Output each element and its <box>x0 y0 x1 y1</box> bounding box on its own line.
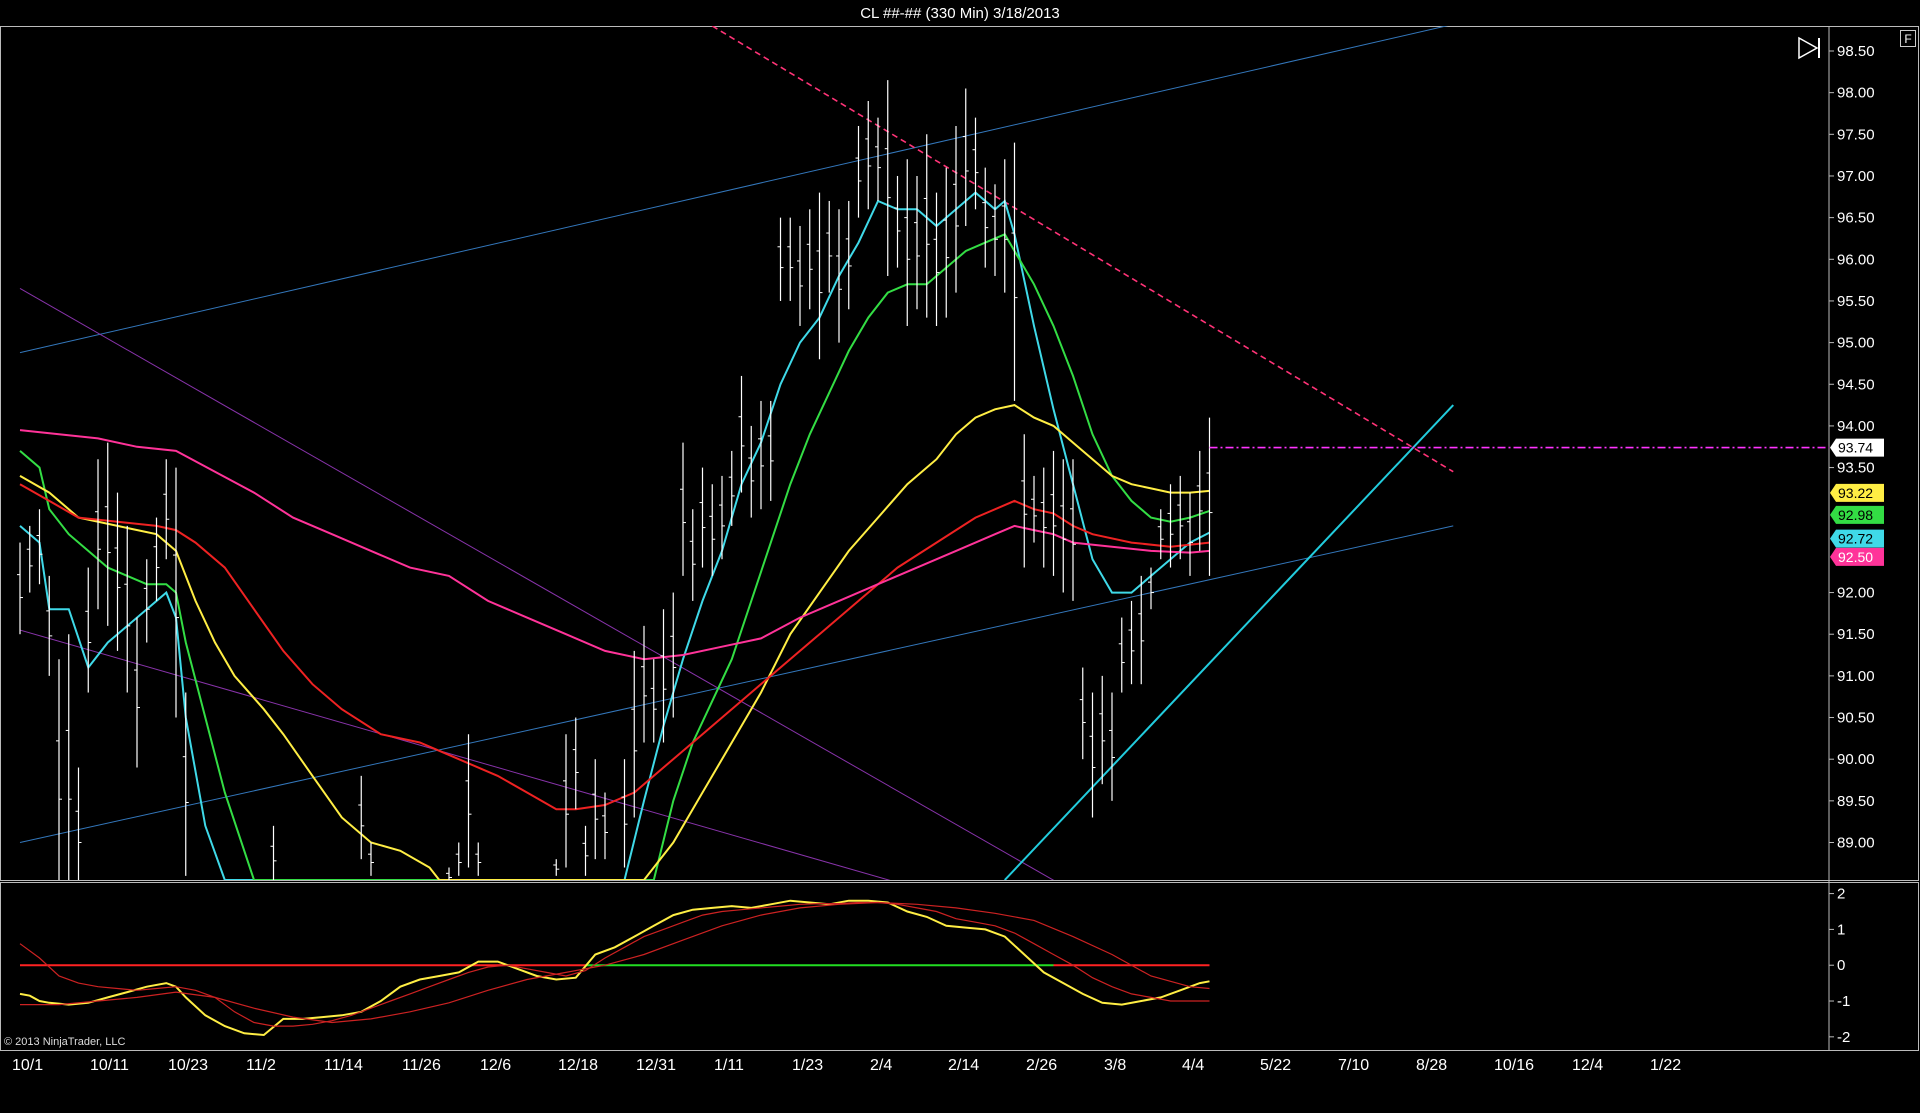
trendline-blue_trend-0 <box>19 26 1449 354</box>
time-axis-label: 1/22 <box>1650 1057 1681 1074</box>
time-axis-label: 10/23 <box>168 1057 208 1074</box>
price-badge-93-22: 93.22 <box>1830 483 1884 502</box>
time-axis-label: 10/1 <box>12 1057 43 1074</box>
price-tick-label: 91.00 <box>1837 668 1875 685</box>
time-axis-label: 12/6 <box>480 1057 511 1074</box>
price-badge-92-98: 92.98 <box>1830 505 1884 524</box>
oscillator-series-osc_red-2 <box>20 901 1210 1024</box>
price-tick-label: 93.50 <box>1837 460 1875 477</box>
time-axis-label: 10/11 <box>90 1057 129 1074</box>
skip-forward-icon[interactable] <box>1798 36 1820 60</box>
oscillator-panel-frame <box>0 882 1919 1051</box>
osc-tick-label: -2 <box>1837 1029 1850 1046</box>
osc-tick-label: 2 <box>1837 886 1845 903</box>
price-tick-label: 94.00 <box>1837 418 1875 435</box>
price-tick-label: 96.00 <box>1837 251 1875 268</box>
price-tick-label: 90.50 <box>1837 710 1875 727</box>
osc-tick-label: 1 <box>1837 921 1845 938</box>
price-tick-label: 94.50 <box>1837 376 1875 393</box>
osc-tick-label: -1 <box>1837 993 1850 1010</box>
time-axis-label: 12/4 <box>1572 1057 1603 1074</box>
price-tick-label: 91.50 <box>1837 626 1875 643</box>
price-tick-label: 89.50 <box>1837 793 1875 810</box>
price-badge-92-50: 92.50 <box>1830 547 1884 566</box>
trendline-blue_trend-1 <box>19 525 1454 843</box>
price-plot-area <box>17 26 1829 880</box>
trendline-cyan_trend-5 <box>1004 404 1454 880</box>
price-badge-label: 93.22 <box>1838 485 1873 501</box>
oscillator-series-osc_yellow-0 <box>19 899 1210 1037</box>
trendline-purple_trend-3 <box>19 629 891 880</box>
time-axis-label: 11/2 <box>246 1057 276 1074</box>
time-axis-label: 7/10 <box>1338 1057 1369 1074</box>
time-axis-label: 2/14 <box>948 1057 979 1074</box>
price-tick-label: 90.00 <box>1837 751 1875 768</box>
time-axis-label: 10/16 <box>1494 1057 1534 1074</box>
price-badge-93-74: 93.74 <box>1830 438 1884 457</box>
time-axis-label: 3/8 <box>1104 1057 1126 1074</box>
price-tick-label: 98.50 <box>1837 43 1875 60</box>
price-tick-label: 96.50 <box>1837 210 1875 227</box>
time-axis-label: 1/11 <box>714 1057 744 1074</box>
price-tick-label: 95.50 <box>1837 293 1875 310</box>
price-badge-label: 92.72 <box>1838 531 1873 547</box>
price-badge-92-72: 92.72 <box>1830 529 1884 548</box>
copyright-text: © 2013 NinjaTrader, LLC <box>4 1036 126 1048</box>
trendline-purple_trend-2 <box>19 288 1055 880</box>
osc-tick-label: 0 <box>1837 957 1845 974</box>
time-axis-label: 2/26 <box>1026 1057 1057 1074</box>
price-badge-label: 92.50 <box>1838 549 1873 565</box>
time-axis-label: 2/4 <box>870 1057 892 1074</box>
price-tick-label: 92.00 <box>1837 585 1875 602</box>
price-badge-label: 93.74 <box>1838 440 1873 456</box>
chart-canvas[interactable]: 98.50 98.00 97.50 97.00 96.50 96.00 95.50 95.00… <box>0 0 1920 1113</box>
price-tick-label: 97.00 <box>1837 168 1875 185</box>
price-panel-frame <box>0 26 1919 881</box>
series-cyan_ma <box>19 191 1210 880</box>
price-badge-label: 92.98 <box>1838 507 1873 523</box>
price-tick-label: 98.00 <box>1837 85 1875 102</box>
series-yellow_ma <box>19 404 1210 880</box>
time-axis-label: 5/22 <box>1260 1057 1291 1074</box>
time-axis-label: 12/31 <box>636 1057 676 1074</box>
time-axis-label: 11/14 <box>324 1057 363 1074</box>
format-button[interactable]: F <box>1900 30 1916 47</box>
oscillator-plot-area <box>19 899 1210 1037</box>
price-tick-label: 97.50 <box>1837 126 1875 143</box>
time-axis-label: 8/28 <box>1416 1057 1447 1074</box>
time-axis-label: 12/18 <box>558 1057 598 1074</box>
price-tick-label: 89.00 <box>1837 835 1875 852</box>
time-axis-label: 4/4 <box>1182 1057 1204 1074</box>
time-axis-label: 11/26 <box>402 1057 441 1074</box>
time-axis-label: 1/23 <box>792 1057 823 1074</box>
price-tick-label: 95.00 <box>1837 335 1875 352</box>
series-red_ma <box>19 483 1210 811</box>
